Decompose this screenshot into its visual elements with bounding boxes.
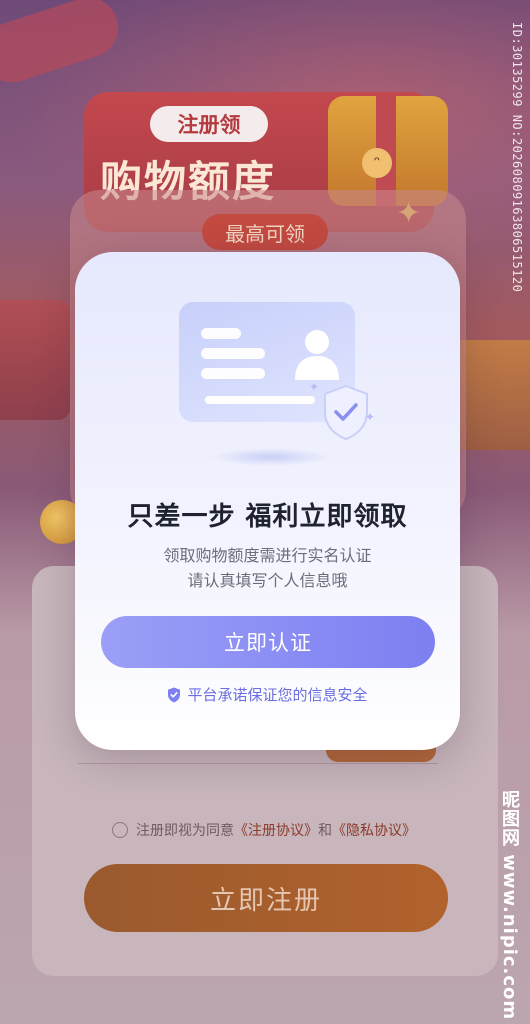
register-button[interactable]: 立即注册 [84, 864, 448, 932]
security-note-text: 平台承诺保证您的信息安全 [187, 686, 368, 704]
max-amount-pill: 最高可领 [202, 214, 328, 250]
agreement-conj: 和 [318, 823, 332, 839]
id-card-icon: ✦ ✦ [175, 300, 375, 470]
person-icon [295, 330, 339, 380]
register-agreement-link[interactable]: 《注册协议》 [234, 823, 318, 839]
modal-description-line2: 请认真填写个人信息哦 [187, 571, 348, 590]
gift-mascot-icon: ᵔ [362, 148, 392, 178]
watermark-id: ID:30135299 NO:20260809163806515120 [510, 22, 524, 293]
verification-modal: ✦ ✦ 只差一步 福利立即领取 领取购物额度需进行实名认证 请认真填写个人信息哦… [75, 252, 460, 750]
watermark-site: 昵图网 www.nipic.com [499, 790, 520, 1021]
decorative-gift-left [0, 300, 70, 420]
shield-icon [168, 687, 181, 702]
id-line [201, 348, 265, 359]
id-line [201, 328, 241, 339]
agreement-row: 注册即视为同意《注册协议》和《隐私协议》 [112, 820, 416, 840]
sparkle-icon: ✦ [309, 380, 320, 394]
security-note: 平台承诺保证您的信息安全 [75, 684, 460, 705]
agreement-prefix: 注册即视为同意 [136, 823, 234, 839]
illustration-shadow [211, 448, 331, 466]
agreement-checkbox[interactable] [112, 822, 128, 838]
privacy-agreement-link[interactable]: 《隐私协议》 [332, 823, 416, 839]
id-line [205, 396, 315, 404]
sparkle-icon: ✦ [365, 410, 376, 424]
promo-pill: 注册领 [150, 106, 268, 142]
modal-title: 只差一步 福利立即领取 [127, 502, 408, 532]
verify-now-button[interactable]: 立即认证 [101, 616, 435, 668]
shield-check-icon [324, 384, 368, 440]
modal-description-line1: 领取购物额度需进行实名认证 [163, 546, 372, 565]
id-line [201, 368, 265, 379]
